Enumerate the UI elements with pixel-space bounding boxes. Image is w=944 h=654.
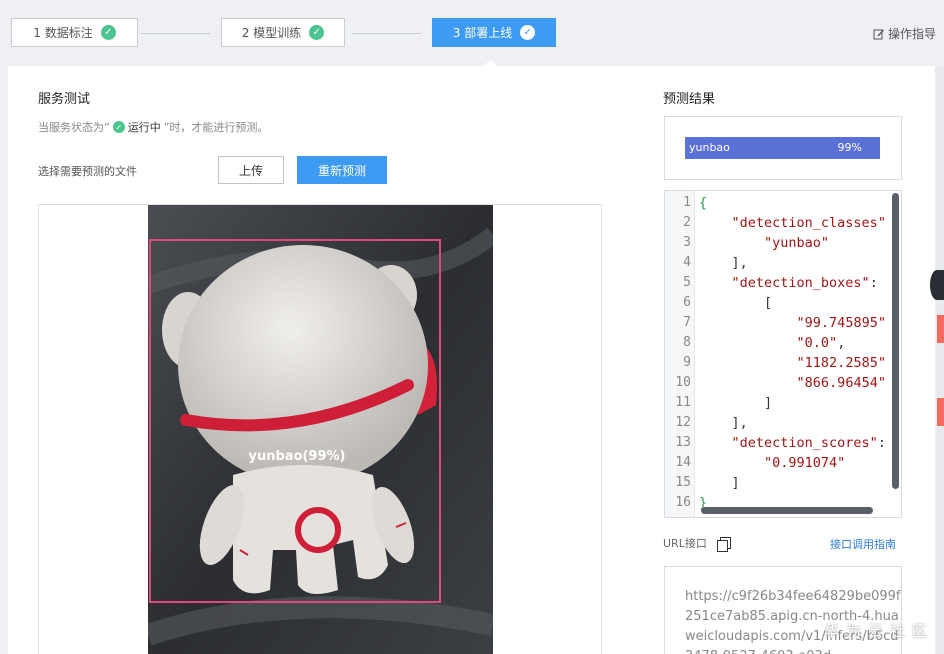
deploy-stepper: 1 数据标注 ✓ 2 模型训练 ✓ 3 部署上线 ✓ 操作指导 [0, 0, 944, 66]
code-line: "detection_scores": [731, 435, 886, 451]
check-circle-icon: ✓ [520, 25, 536, 40]
line-number: 7 [683, 315, 691, 330]
line-number: 9 [683, 355, 691, 370]
url-interface-row: URL接口 [663, 535, 731, 552]
copy-icon[interactable] [716, 536, 731, 552]
check-circle-icon: ✓ [100, 25, 116, 40]
edit-icon [873, 29, 884, 39]
code-line: "yunbao" [764, 235, 830, 251]
line-number: 11 [675, 395, 691, 410]
line-number: 2 [683, 215, 691, 230]
repredict-button[interactable]: 重新预测 [297, 156, 387, 184]
upload-button[interactable]: 上传 [218, 156, 284, 184]
code-line: "866.96454" [796, 375, 886, 391]
watermark: 华为云社区 [824, 622, 935, 640]
right-edge-strip [935, 66, 944, 654]
hint-suffix: ”时，才能进行预测。 [163, 121, 269, 134]
step-connector [141, 33, 210, 34]
json-result-viewer[interactable]: 1 {2 "detection_classes" 3 "yunbao" 4 ], 5 "… [664, 190, 902, 518]
prediction-result-panel: 预测结果 yunbao 99% 1 {2 "detection_classes" 3… [632, 66, 935, 654]
step-deploy[interactable]: 3 部署上线 ✓ [432, 18, 556, 47]
prediction-image-container: yunbao(99%) [38, 204, 602, 654]
line-number: 5 [683, 275, 691, 290]
status-hint: 当服务状态为“ ✓ 运行中 ”时，才能进行预测。 [38, 119, 268, 135]
line-number: 14 [675, 455, 691, 470]
line-number: 10 [675, 375, 691, 390]
score-percent: 99% [837, 141, 862, 154]
line-number: 3 [683, 235, 691, 250]
code-line: "0.0", [796, 335, 846, 351]
choose-file-label: 选择需要预测的文件 [38, 165, 137, 178]
page: 1 数据标注 ✓ 2 模型训练 ✓ 3 部署上线 ✓ 操作指导 服务测试 当服务… [0, 0, 944, 654]
check-circle-icon: ✓ [112, 121, 125, 133]
result-title: 预测结果 [663, 92, 716, 107]
line-number: 15 [675, 475, 691, 490]
result-summary: yunbao 99% [664, 116, 902, 180]
line-number: 16 [675, 495, 691, 510]
step-label: 2 模型训练 [241, 26, 302, 40]
detection-label: yunbao(99%) [248, 449, 346, 464]
url-label: URL接口 [663, 537, 707, 550]
step-connector [352, 33, 421, 34]
code-line: "detection_boxes": [731, 275, 878, 291]
line-number: 4 [683, 255, 691, 270]
check-circle-icon: ✓ [309, 25, 325, 40]
code-line: ], [699, 415, 748, 431]
step-data-labeling[interactable]: 1 数据标注 ✓ [11, 18, 138, 47]
score-bar: yunbao 99% [685, 137, 880, 159]
horizontal-scrollbar[interactable] [701, 507, 873, 514]
step-pointer [484, 59, 498, 66]
code-line: "detection_classes" [731, 215, 886, 231]
step-label: 3 部署上线 [452, 26, 513, 40]
api-guide-link[interactable]: 接口调用指南 [830, 536, 896, 552]
line-number: 13 [675, 435, 691, 450]
status-running: 运行中 [127, 121, 161, 134]
detection-bounding-box: yunbao(99%) [149, 239, 441, 603]
code-line: ] [699, 395, 773, 411]
vertical-scrollbar[interactable] [892, 193, 899, 489]
hint-prefix: 当服务状态为“ [38, 121, 110, 134]
code-line: "99.745895" [796, 315, 886, 331]
service-test-panel: 服务测试 当服务状态为“ ✓ 运行中 ”时，才能进行预测。 选择需要预测的文件 … [8, 66, 632, 654]
line-number: 8 [683, 335, 691, 350]
floating-widget[interactable] [930, 270, 944, 300]
floating-tab[interactable] [937, 398, 944, 426]
line-number: 6 [683, 295, 691, 310]
class-name: yunbao [689, 141, 730, 154]
code-line: "1182.2585" [796, 355, 886, 371]
code-line: "0.991074" [764, 455, 846, 471]
section-title: 服务测试 [38, 92, 91, 107]
code-line: ] [699, 475, 740, 491]
operation-guide-link[interactable]: 操作指导 [873, 25, 936, 42]
code-line: [ [699, 295, 773, 311]
step-model-training[interactable]: 2 模型训练 ✓ [221, 18, 345, 47]
line-number: 1 [683, 195, 691, 210]
step-label: 1 数据标注 [33, 26, 93, 40]
code-line: { [699, 195, 708, 211]
guide-label: 操作指导 [887, 27, 936, 41]
floating-tab[interactable] [937, 315, 944, 343]
code-line: ], [699, 255, 748, 271]
line-number: 12 [675, 415, 691, 430]
